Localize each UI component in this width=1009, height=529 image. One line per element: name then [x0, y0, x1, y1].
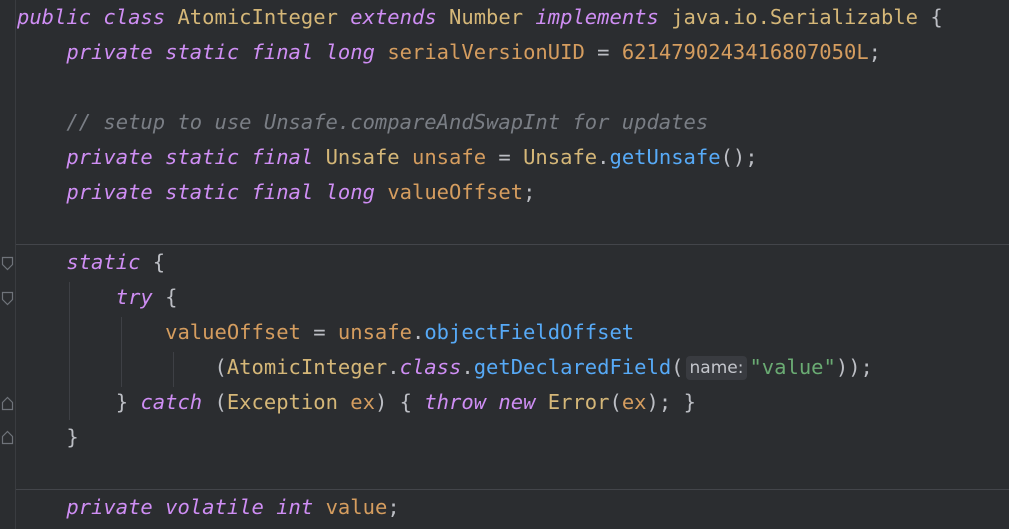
keyword: final — [251, 180, 314, 204]
fold-end-icon[interactable] — [1, 429, 14, 445]
code-line-10[interactable]: valueOffset = unsafe.objectFieldOffset — [17, 315, 634, 350]
operator: = — [597, 40, 610, 64]
brace: { — [152, 250, 166, 274]
semicolon: ; — [523, 180, 536, 204]
keyword: static — [165, 40, 240, 64]
method-call: objectFieldOffset — [424, 320, 635, 344]
keyword: public — [17, 5, 92, 29]
punctuation: (); — [720, 145, 758, 169]
keyword: private — [66, 145, 153, 169]
class-name: Exception — [226, 390, 338, 414]
fold-end-icon[interactable] — [1, 395, 14, 411]
class-name: java.io.Serializable — [671, 5, 919, 29]
brace: } — [66, 425, 79, 449]
parameter-name: ex — [621, 390, 647, 414]
fold-start-icon[interactable] — [1, 256, 14, 272]
keyword: catch — [140, 390, 203, 414]
class-name: Unsafe — [325, 145, 400, 169]
code-line-15[interactable]: private volatile int value; — [17, 490, 400, 525]
keyword: private — [66, 495, 153, 519]
keyword: try — [115, 285, 153, 309]
semicolon: ; — [387, 495, 400, 519]
code-line-5[interactable]: private static final Unsafe unsafe = Uns… — [17, 140, 758, 175]
brace: { — [930, 5, 943, 29]
comment: // setup to use Unsafe.compareAndSwapInt… — [66, 110, 709, 134]
keyword: static — [66, 250, 141, 274]
brace: { — [165, 285, 178, 309]
keyword: throw — [424, 390, 487, 414]
fold-start-icon[interactable] — [1, 291, 14, 307]
keyword: volatile — [165, 495, 264, 519]
class-name: AtomicInteger — [226, 355, 388, 379]
code-editor[interactable]: public class AtomicInteger extends Numbe… — [0, 0, 1009, 529]
code-line-1[interactable]: public class AtomicInteger extends Numbe… — [17, 0, 943, 35]
dot: . — [387, 355, 400, 379]
code-line-11[interactable]: (AtomicInteger.class.getDeclaredField(na… — [17, 350, 873, 385]
parameter-name: ex — [350, 390, 375, 414]
punctuation: )); — [835, 355, 873, 379]
code-line-6[interactable]: private static final long valueOffset; — [17, 175, 535, 210]
paren: ) — [374, 390, 388, 414]
parameter-name-hint[interactable]: name: — [685, 356, 748, 380]
field-name: valueOffset — [165, 320, 301, 344]
field-name: value — [325, 495, 388, 519]
keyword: new — [498, 390, 536, 414]
editor-gutter — [0, 0, 16, 529]
paren: ( — [214, 390, 227, 414]
brace: } — [683, 390, 696, 414]
keyword: long — [325, 180, 375, 204]
code-line-13[interactable]: } — [17, 420, 79, 455]
paren: ( — [214, 355, 227, 379]
keyword: static — [165, 145, 240, 169]
punctuation: ); — [646, 390, 672, 414]
operator: = — [498, 145, 511, 169]
class-name: Number — [449, 5, 524, 29]
method-call: getUnsafe — [609, 145, 721, 169]
keyword: extends — [350, 5, 437, 29]
brace: { — [399, 390, 412, 414]
code-line-8[interactable]: static { — [17, 245, 165, 280]
field-name: valueOffset — [387, 180, 524, 204]
paren: ( — [609, 390, 622, 414]
keyword: private — [66, 180, 153, 204]
code-line-2[interactable]: private static final long serialVersionU… — [17, 35, 881, 70]
paren: ( — [671, 355, 684, 379]
keyword: class — [103, 5, 166, 29]
class-name: Unsafe — [523, 145, 598, 169]
class-name: AtomicInteger — [177, 5, 338, 29]
code-line-12[interactable]: } catch (Exception ex) { throw new Error… — [17, 385, 696, 420]
method-call: getDeclaredField — [473, 355, 672, 379]
field-name: serialVersionUID — [387, 40, 585, 64]
string-literal: "value" — [749, 355, 836, 379]
number-literal: 6214790243416807050L — [621, 40, 869, 64]
keyword: final — [251, 145, 314, 169]
keyword: final — [251, 40, 314, 64]
keyword: private — [66, 40, 153, 64]
code-line-4[interactable]: // setup to use Unsafe.compareAndSwapInt… — [17, 105, 708, 140]
dot: . — [411, 320, 425, 344]
field-name: unsafe — [412, 145, 487, 169]
keyword: int — [276, 495, 314, 519]
keyword: long — [325, 40, 375, 64]
keyword: class — [399, 355, 462, 379]
class-name: Error — [547, 390, 610, 414]
code-line-9[interactable]: try { — [17, 280, 178, 315]
operator: = — [313, 320, 326, 344]
dot: . — [597, 145, 610, 169]
keyword: static — [165, 180, 240, 204]
keyword: implements — [535, 5, 659, 29]
dot: . — [461, 355, 474, 379]
brace: } — [115, 390, 129, 414]
field-name: unsafe — [337, 320, 412, 344]
semicolon: ; — [868, 40, 882, 64]
